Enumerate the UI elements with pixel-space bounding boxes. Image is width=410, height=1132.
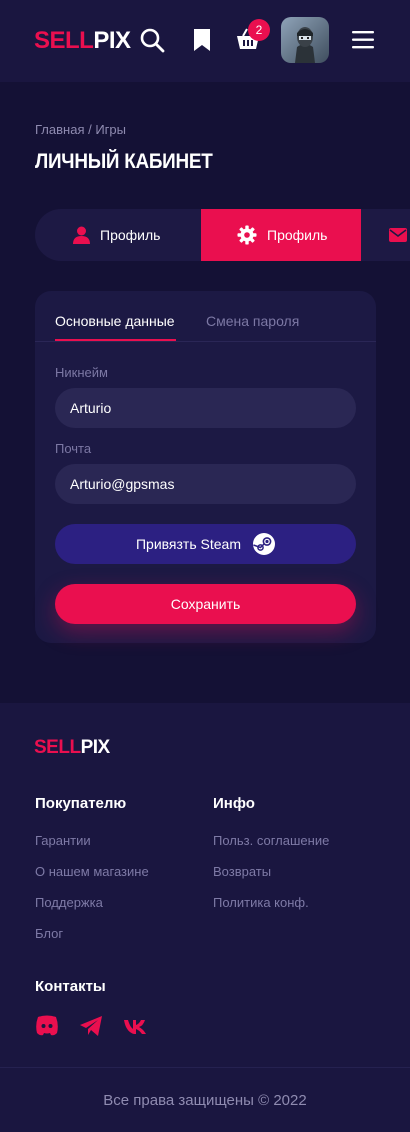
profile-tabs: Профиль Профиль	[35, 209, 410, 261]
steam-icon	[253, 533, 275, 555]
footer-link-support[interactable]: Поддержка	[35, 895, 103, 910]
telegram-icon[interactable]	[79, 1015, 103, 1037]
page-title: ЛИЧНЫЙ КАБИНЕТ	[35, 150, 213, 173]
search-icon[interactable]	[139, 27, 165, 53]
footer: SELLPIX Покупателю Гарантии О нашем мага…	[0, 703, 410, 1132]
subtabs-divider	[35, 341, 376, 342]
user-icon	[73, 226, 90, 244]
logo[interactable]: SELLPIX	[34, 28, 131, 54]
footer-divider	[0, 1067, 410, 1068]
bookmark-icon[interactable]	[189, 27, 215, 53]
subtab-change-password[interactable]: Смена пароля	[206, 313, 299, 329]
avatar[interactable]	[281, 17, 329, 63]
discord-icon[interactable]	[35, 1015, 59, 1037]
footer-link-returns[interactable]: Возвраты	[213, 864, 271, 879]
header: SELLPIX 2	[0, 0, 410, 82]
tab-profile-label: Профиль	[100, 227, 161, 243]
email-label: Почта	[55, 441, 92, 456]
tab-messages[interactable]	[361, 209, 410, 261]
footer-logo[interactable]: SELLPIX	[34, 737, 110, 759]
buyer-column-title: Покупателю	[35, 795, 127, 812]
profile-form-card: Основные данные Смена пароля Никнейм Art…	[35, 291, 376, 643]
vk-icon[interactable]	[123, 1015, 147, 1037]
email-field[interactable]: Arturio@gpsmas	[55, 464, 356, 504]
link-steam-label: Привязть Steam	[135, 536, 241, 552]
info-column-title: Инфо	[213, 795, 255, 812]
copyright: Все права защищены © 2022	[103, 1092, 307, 1109]
footer-link-guarantees[interactable]: Гарантии	[35, 833, 91, 848]
footer-link-privacy-policy[interactable]: Политика конф.	[213, 895, 309, 910]
gear-icon	[237, 225, 257, 245]
tab-settings[interactable]: Профиль	[201, 209, 361, 261]
mail-icon	[389, 228, 407, 242]
tab-profile[interactable]: Профиль	[35, 209, 201, 261]
subtab-main-data[interactable]: Основные данные	[55, 313, 175, 329]
breadcrumb[interactable]: Главная / Игры	[35, 122, 126, 137]
link-steam-button[interactable]: Привязть Steam	[55, 524, 356, 564]
footer-link-blog[interactable]: Блог	[35, 926, 63, 941]
menu-icon[interactable]	[351, 27, 377, 53]
cart-count-badge: 2	[248, 19, 270, 41]
nickname-field[interactable]: Arturio	[55, 388, 356, 428]
footer-link-user-agreement[interactable]: Польз. соглашение	[213, 833, 329, 848]
active-subtab-indicator	[55, 339, 176, 341]
save-button[interactable]: Сохранить	[55, 584, 356, 624]
footer-link-about-store[interactable]: О нашем магазине	[35, 864, 149, 879]
nickname-label: Никнейм	[55, 365, 108, 380]
contacts-title: Контакты	[35, 978, 106, 995]
tab-settings-label: Профиль	[267, 227, 328, 243]
